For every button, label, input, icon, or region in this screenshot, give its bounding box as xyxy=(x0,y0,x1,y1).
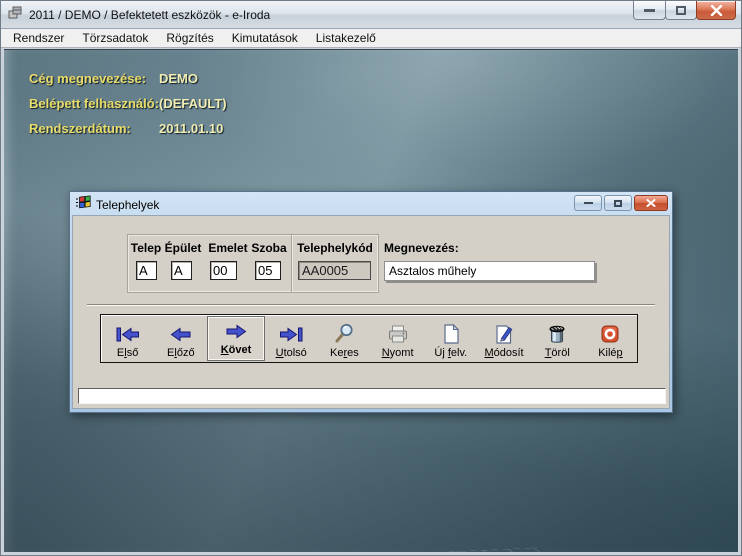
previous-label: Előző xyxy=(167,347,195,360)
telep-label: Telep xyxy=(128,241,164,255)
megnevezes-label: Megnevezés: xyxy=(384,241,459,255)
separator-line xyxy=(87,304,655,306)
status-strip xyxy=(78,388,666,404)
company-value: DEMO xyxy=(159,71,198,86)
emelet-label: Emelet xyxy=(204,241,252,255)
menu-torzsadatok[interactable]: Törzsadatok xyxy=(73,29,157,47)
close-icon xyxy=(646,199,656,207)
windows-logo-icon xyxy=(75,194,91,215)
main-titlebar: 2011 / DEMO / Befektetett eszközök - e-I… xyxy=(1,1,741,29)
exit-icon xyxy=(599,321,621,347)
location-code-group: Telep Épület Emelet Szoba Telephelykód A… xyxy=(127,234,379,293)
first-label: Első xyxy=(117,347,138,360)
megnevezes-input[interactable] xyxy=(384,261,595,281)
menu-kimutatasok[interactable]: Kimutatások xyxy=(223,29,307,47)
navigation-toolbar: Első Előző Követ xyxy=(100,314,638,363)
prev-arrow-icon xyxy=(168,321,194,347)
telephelyek-dialog: Telephelyek Telep Épület Emelet Szoba xyxy=(69,191,673,413)
minimize-icon xyxy=(644,9,655,12)
szoba-label: Szoba xyxy=(249,241,289,255)
print-button[interactable]: Nyomt xyxy=(371,315,424,362)
next-arrow-icon xyxy=(223,318,249,344)
new-document-icon xyxy=(440,321,462,347)
magnifier-icon xyxy=(333,321,355,347)
last-button[interactable]: Utolsó xyxy=(265,315,318,362)
maximize-icon xyxy=(614,200,622,207)
delete-button[interactable]: Töröl xyxy=(531,315,584,362)
minimize-button[interactable] xyxy=(633,1,666,20)
search-label: Keres xyxy=(330,347,359,360)
previous-button[interactable]: Előző xyxy=(154,315,207,362)
telephelykod-field: AA0005 xyxy=(298,261,371,280)
next-label: Követ xyxy=(221,344,252,357)
trash-icon xyxy=(546,321,568,347)
user-label: Belépett felhasználó: xyxy=(29,96,159,111)
dialog-maximize-button[interactable] xyxy=(604,195,632,211)
dialog-titlebar[interactable]: Telephelyek xyxy=(72,194,670,215)
menu-rogzites[interactable]: Rögzítés xyxy=(157,29,222,47)
app-icon xyxy=(7,4,23,25)
delete-label: Töröl xyxy=(545,347,570,360)
company-label: Cég megnevezése: xyxy=(29,71,146,86)
new-record-label: Új felv. xyxy=(434,347,467,360)
maximize-icon xyxy=(676,6,686,15)
modify-label: Módosít xyxy=(484,347,523,360)
telephelykod-label: Telephelykód xyxy=(294,241,376,255)
first-button[interactable]: Első xyxy=(101,315,154,362)
window-title: 2011 / DEMO / Befektetett eszközök - e-I… xyxy=(29,8,270,22)
dialog-client-area: Telep Épület Emelet Szoba Telephelykód A… xyxy=(72,215,670,409)
szoba-field[interactable] xyxy=(255,261,281,280)
date-value: 2011.01.10 xyxy=(159,121,223,136)
printer-icon xyxy=(386,321,410,347)
search-button[interactable]: Keres xyxy=(318,315,371,362)
epulet-field[interactable] xyxy=(171,261,192,280)
last-arrow-icon xyxy=(278,321,304,347)
exit-label: Kilép xyxy=(598,347,622,360)
emelet-field[interactable] xyxy=(210,261,237,280)
close-button[interactable] xyxy=(696,1,736,20)
next-button[interactable]: Követ xyxy=(208,317,263,360)
user-value: (DEFAULT) xyxy=(159,96,227,111)
close-icon xyxy=(710,5,723,16)
group-divider xyxy=(291,235,292,292)
dialog-title: Telephelyek xyxy=(96,198,159,212)
menu-listakezelo[interactable]: Listakezelő xyxy=(307,29,385,47)
edit-document-icon xyxy=(493,321,515,347)
last-label: Utolsó xyxy=(276,347,307,360)
print-label: Nyomt xyxy=(382,347,414,360)
dialog-minimize-button[interactable] xyxy=(574,195,602,211)
modify-button[interactable]: Módosít xyxy=(477,315,530,362)
menubar: Rendszer Törzsadatok Rögzítés Kimutatáso… xyxy=(1,29,741,48)
maximize-button[interactable] xyxy=(665,1,697,20)
telep-field[interactable] xyxy=(136,261,157,280)
window-controls xyxy=(634,1,736,20)
epulet-label: Épület xyxy=(162,241,204,255)
new-record-button[interactable]: Új felv. xyxy=(424,315,477,362)
dialog-close-button[interactable] xyxy=(634,195,668,211)
minimize-icon xyxy=(584,202,593,204)
date-label: Rendszerdátum: xyxy=(29,121,131,136)
exit-button[interactable]: Kilép xyxy=(584,315,637,362)
dialog-controls xyxy=(574,195,668,211)
first-arrow-icon xyxy=(115,321,141,347)
application-window: 2011 / DEMO / Befektetett eszközök - e-I… xyxy=(0,0,742,556)
menu-rendszer[interactable]: Rendszer xyxy=(4,29,73,47)
